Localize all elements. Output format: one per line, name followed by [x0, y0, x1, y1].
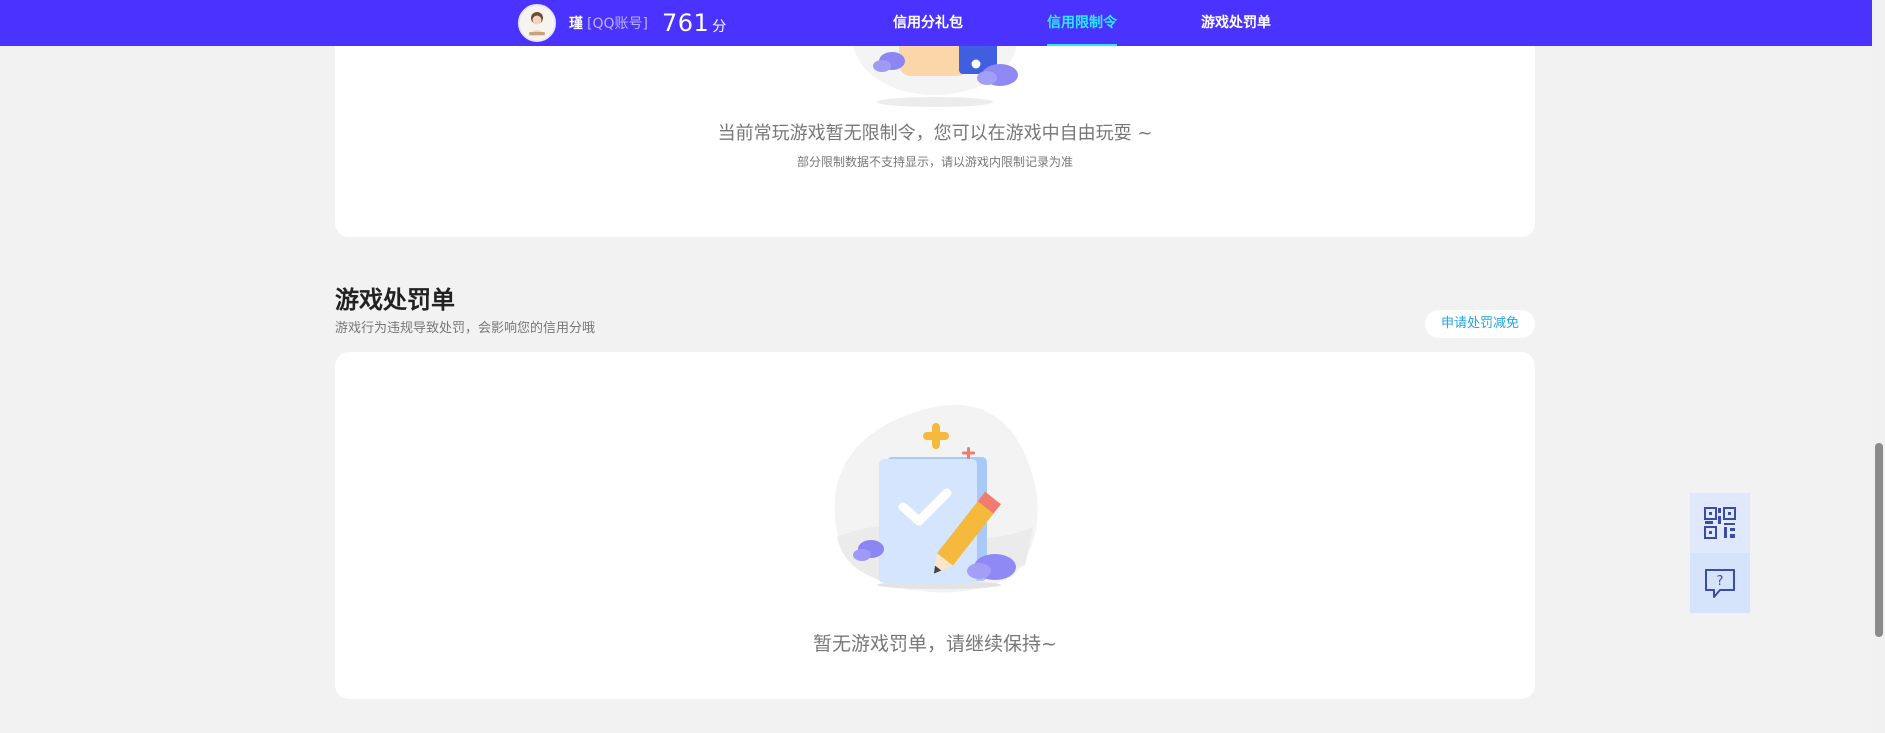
- top-navigation-bar: 瑾 [QQ账号] 761 分 信用分礼包 信用限制令 游戏处罚单: [0, 0, 1872, 46]
- credit-score: 761: [661, 9, 710, 37]
- scrollbar-thumb[interactable]: [1875, 443, 1883, 637]
- apply-penalty-reduction-button[interactable]: 申请处罚减免: [1425, 310, 1535, 338]
- avatar[interactable]: [518, 4, 556, 42]
- user-name: 瑾: [569, 16, 583, 32]
- svg-text:?: ?: [1717, 574, 1724, 589]
- help-button[interactable]: ?: [1690, 553, 1750, 613]
- account-type-label: [QQ账号]: [587, 16, 648, 32]
- credit-score-unit: 分: [712, 19, 727, 35]
- no-penalty-illustration-icon: [834, 404, 1038, 593]
- tab-game-penalty[interactable]: 游戏处罚单: [1201, 0, 1271, 46]
- restriction-note: 部分限制数据不支持显示，请以游戏内限制记录为准: [796, 155, 1073, 169]
- user-info: 瑾 [QQ账号] 761 分: [518, 4, 726, 42]
- section-title-game-penalty: 游戏处罚单: [335, 286, 455, 314]
- no-penalty-message: 暂无游戏罚单，请继续保持~: [813, 633, 1057, 655]
- page-scrollbar[interactable]: [1872, 0, 1885, 733]
- tab-credit-restriction[interactable]: 信用限制令: [1047, 0, 1117, 46]
- penalty-card: 暂无游戏罚单，请继续保持~: [335, 352, 1535, 699]
- avatar-image-icon: [520, 6, 554, 40]
- section-description: 游戏行为违规导致处罚，会影响您的信用分哦: [335, 321, 596, 336]
- tab-credit-gift-pack[interactable]: 信用分礼包: [893, 0, 963, 46]
- qr-code-icon: [1704, 507, 1736, 539]
- no-restriction-message: 当前常玩游戏暂无限制令，您可以在游戏中自由玩耍 ~: [717, 123, 1153, 144]
- help-chat-icon: ?: [1705, 569, 1735, 598]
- qr-code-button[interactable]: [1690, 493, 1750, 553]
